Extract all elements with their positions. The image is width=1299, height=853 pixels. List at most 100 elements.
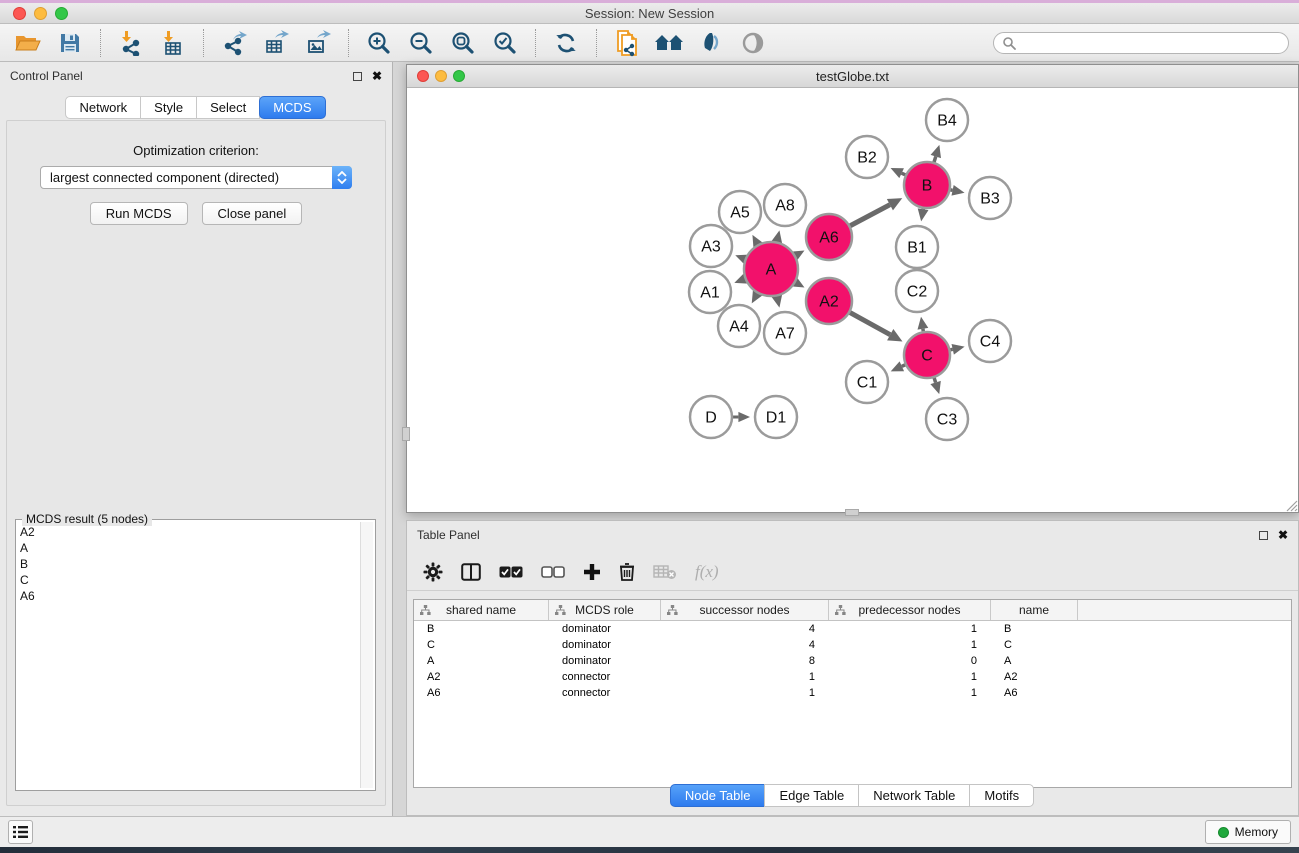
network-graph: B4B2BB3A5A8A6A3B1AA1C2A2A4A7C4CC1C3DD1: [407, 88, 1298, 512]
graph-edge[interactable]: [902, 173, 906, 175]
optimization-criterion-label: Optimization criterion:: [7, 143, 385, 158]
search-input[interactable]: [1021, 36, 1280, 50]
column-header[interactable]: shared name: [414, 600, 549, 620]
export-image-button[interactable]: [300, 27, 336, 59]
float-panel-icon[interactable]: [353, 72, 362, 81]
zoom-in-button[interactable]: [361, 27, 397, 59]
delete-column-button[interactable]: [619, 562, 635, 581]
table-cell: 1: [661, 671, 829, 683]
graph-node-label: B: [922, 178, 933, 195]
table-row[interactable]: A2connector11A2: [414, 669, 1291, 685]
column-header[interactable]: name: [991, 600, 1078, 620]
result-item[interactable]: B: [20, 556, 359, 572]
deselect-all-button[interactable]: [541, 566, 565, 578]
criterion-dropdown[interactable]: largest connected component (directed): [40, 166, 352, 189]
table-panel-header: Table Panel ✖: [407, 521, 1298, 549]
column-header[interactable]: successor nodes: [661, 600, 829, 620]
tab-select[interactable]: Select: [196, 96, 260, 119]
resize-corner-icon[interactable]: [1285, 499, 1298, 512]
zoom-out-button[interactable]: [403, 27, 439, 59]
mcds-tab-content: Optimization criterion: largest connecte…: [6, 120, 386, 806]
graph-node-label: A7: [775, 326, 795, 343]
open-folder-icon: [14, 31, 42, 55]
home-button[interactable]: [651, 27, 687, 59]
graph-edge[interactable]: [934, 157, 936, 163]
tab-mcds[interactable]: MCDS: [259, 96, 325, 119]
select-all-button[interactable]: [499, 566, 523, 578]
table-row[interactable]: Adominator80A: [414, 653, 1291, 669]
table-cell: A6: [414, 687, 549, 699]
delete-table-button[interactable]: [653, 564, 677, 580]
graph-node-label: C2: [907, 284, 928, 301]
table-cell: A: [414, 655, 549, 667]
table-settings-button[interactable]: [423, 562, 443, 582]
control-panel: Control Panel ✖ NetworkStyleSelectMCDS O…: [0, 62, 393, 816]
table-cell: B: [991, 623, 1078, 635]
table-cell: A2: [991, 671, 1078, 683]
control-panel-header: Control Panel ✖: [0, 62, 392, 90]
table-row[interactable]: Cdominator41C: [414, 637, 1291, 653]
create-column-button[interactable]: [583, 563, 601, 581]
graph-node-label: A6: [819, 230, 839, 247]
float-table-panel-icon[interactable]: [1259, 531, 1268, 540]
result-item[interactable]: A: [20, 540, 359, 556]
node-table-header: shared name MCDS rolesuccessor nodes prede…: [414, 600, 1291, 621]
plus-icon: [583, 563, 601, 581]
show-column-button[interactable]: [461, 563, 481, 581]
table-row[interactable]: A6connector11A6: [414, 685, 1291, 701]
graph-edge[interactable]: [950, 349, 952, 350]
mcds-result-box: MCDS result (5 nodes) A2ABCA6: [15, 519, 376, 791]
table-row[interactable]: Bdominator41B: [414, 621, 1291, 637]
export-network-button[interactable]: [216, 27, 252, 59]
task-history-button[interactable]: [8, 820, 33, 844]
network-canvas[interactable]: B4B2BB3A5A8A6A3B1AA1C2A2A4A7C4CC1C3DD1: [407, 88, 1298, 512]
column-header[interactable]: predecessor nodes: [829, 600, 991, 620]
tab-node-table[interactable]: Node Table: [670, 784, 766, 807]
close-panel-button[interactable]: Close panel: [202, 202, 303, 225]
result-item[interactable]: C: [20, 572, 359, 588]
graph-edge[interactable]: [850, 313, 890, 335]
columns-icon: [461, 563, 481, 581]
table-panel: Table Panel ✖: [406, 520, 1299, 816]
graph-edge[interactable]: [850, 205, 890, 226]
open-file-button[interactable]: [10, 27, 46, 59]
column-header[interactable]: MCDS role: [549, 600, 661, 620]
zoom-selected-button[interactable]: [487, 27, 523, 59]
node-table[interactable]: shared name MCDS rolesuccessor nodes prede…: [413, 599, 1292, 788]
result-scrollbar[interactable]: [360, 522, 373, 788]
network-window-title: testGlobe.txt: [407, 69, 1298, 84]
delete-table-icon: [653, 564, 677, 580]
result-item[interactable]: A6: [20, 588, 359, 604]
import-network-button[interactable]: [113, 27, 149, 59]
tab-network[interactable]: Network: [65, 96, 141, 119]
zoom-fit-button[interactable]: [445, 27, 481, 59]
close-panel-icon[interactable]: ✖: [372, 70, 382, 82]
show-hide-button[interactable]: [735, 27, 771, 59]
column-header-label: predecessor nodes: [858, 603, 960, 617]
search-field[interactable]: [993, 32, 1289, 54]
close-table-panel-icon[interactable]: ✖: [1278, 529, 1288, 541]
run-mcds-button[interactable]: Run MCDS: [90, 202, 188, 225]
tab-motifs[interactable]: Motifs: [969, 784, 1034, 807]
column-header-label: shared name: [446, 603, 516, 617]
export-table-button[interactable]: [258, 27, 294, 59]
save-session-button[interactable]: [52, 27, 88, 59]
refresh-button[interactable]: [548, 27, 584, 59]
new-network-from-selection-button[interactable]: [609, 27, 645, 59]
import-table-button[interactable]: [155, 27, 191, 59]
search-area: [993, 32, 1289, 54]
apply-style-button[interactable]: [693, 27, 729, 59]
graph-edge[interactable]: [902, 365, 905, 366]
tab-network-table[interactable]: Network Table: [858, 784, 970, 807]
tab-style[interactable]: Style: [140, 96, 197, 119]
table-cell: connector: [549, 671, 661, 683]
bottom-splitter-grip[interactable]: [845, 509, 859, 516]
graph-edge[interactable]: [934, 378, 935, 383]
memory-button[interactable]: Memory: [1205, 820, 1291, 844]
tab-edge-table[interactable]: Edge Table: [764, 784, 859, 807]
left-splitter-grip[interactable]: [402, 427, 410, 441]
function-builder-button[interactable]: f(x): [695, 562, 719, 582]
column-header-label: name: [1019, 603, 1049, 617]
table-cell: 4: [661, 639, 829, 651]
result-item[interactable]: A2: [20, 524, 359, 540]
